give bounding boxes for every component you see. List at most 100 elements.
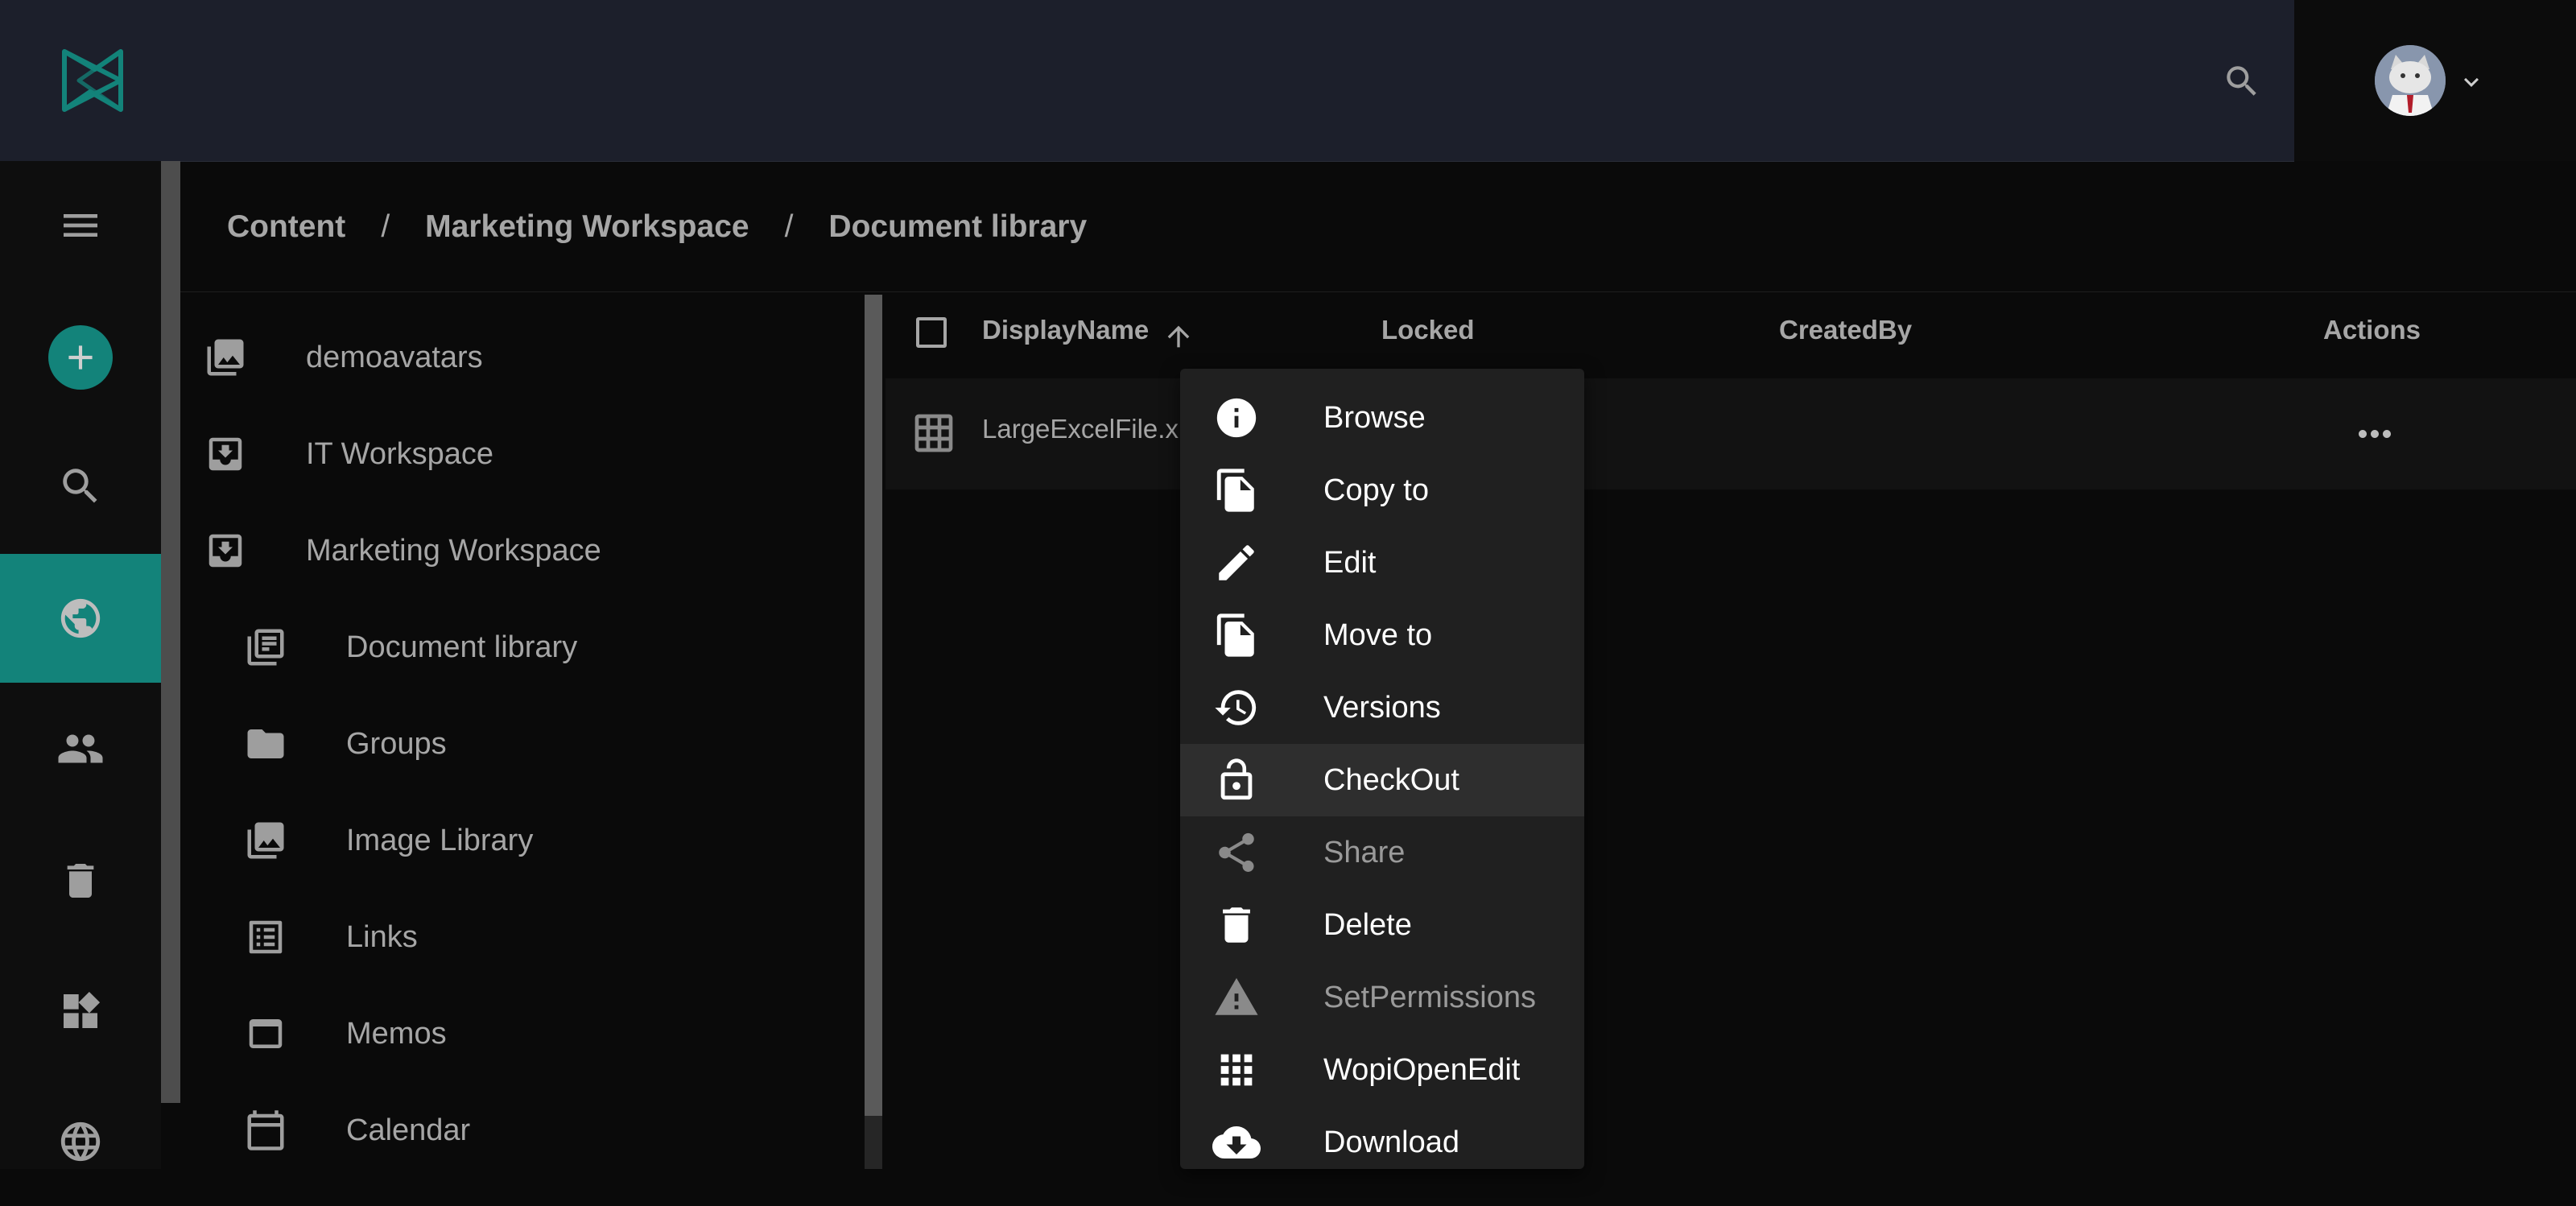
workspace-icon xyxy=(201,430,250,478)
user-avatar[interactable] xyxy=(2375,45,2446,116)
column-header-locked[interactable]: Locked xyxy=(1381,315,1475,345)
workspace-icon xyxy=(201,527,250,575)
breadcrumb-item-document-library[interactable]: Document library xyxy=(828,209,1087,245)
menu-item-delete[interactable]: Delete xyxy=(1180,889,1584,961)
chevron-down-icon[interactable] xyxy=(2457,68,2486,97)
menu-item-label: WopiOpenEdit xyxy=(1323,1052,1521,1087)
menu-item-label: CheckOut xyxy=(1323,762,1459,797)
tree-item-calendar[interactable]: Calendar xyxy=(242,1106,470,1154)
menu-icon xyxy=(64,214,97,237)
search-icon[interactable] xyxy=(2222,61,2262,101)
menu-item-label: Delete xyxy=(1323,907,1412,942)
menu-item-label: Copy to xyxy=(1323,473,1429,507)
menu-item-browse[interactable]: Browse xyxy=(1180,382,1584,454)
language-icon xyxy=(60,1121,101,1162)
rail-add-button[interactable] xyxy=(0,293,161,422)
menu-item-label: Versions xyxy=(1323,690,1441,725)
menu-item-share[interactable]: Share xyxy=(1180,816,1584,889)
menu-item-checkout[interactable]: CheckOut xyxy=(1180,744,1584,816)
dashboard-icon xyxy=(64,991,101,1028)
add-icon xyxy=(48,325,113,390)
menu-item-label: Download xyxy=(1323,1125,1459,1159)
rail-users-button[interactable] xyxy=(0,684,161,813)
cloud-download-icon xyxy=(1212,1118,1261,1167)
users-icon xyxy=(58,734,103,763)
rail-search-button[interactable] xyxy=(0,422,161,551)
document-library-icon xyxy=(242,623,290,671)
top-app-bar xyxy=(0,0,2294,162)
lock-open-icon xyxy=(1212,756,1261,804)
breadcrumb-item-marketing-workspace[interactable]: Marketing Workspace xyxy=(425,209,749,245)
tree-item-document-library[interactable]: Document library xyxy=(242,623,577,671)
column-header-actions: Actions xyxy=(2323,315,2421,345)
rail-language-button[interactable] xyxy=(0,1077,161,1206)
context-menu: Browse Copy to Edit Move to Versions Che… xyxy=(1180,369,1584,1169)
globe-icon xyxy=(60,598,101,638)
sort-ascending-icon[interactable] xyxy=(1162,320,1195,353)
select-all-checkbox[interactable] xyxy=(916,317,947,348)
search-icon xyxy=(63,469,97,503)
history-icon xyxy=(1212,684,1261,732)
app-logo-icon[interactable] xyxy=(58,45,127,116)
tree-item-links[interactable]: Links xyxy=(242,913,418,961)
image-library-icon xyxy=(242,816,290,865)
breadcrumb: Content / Marketing Workspace / Document… xyxy=(227,208,1087,246)
rail-menu-button[interactable] xyxy=(0,161,161,290)
warning-icon xyxy=(1212,973,1261,1022)
list-icon xyxy=(242,913,290,961)
column-header-displayname[interactable]: DisplayName xyxy=(982,315,1149,345)
menu-item-versions[interactable]: Versions xyxy=(1180,671,1584,744)
tree-item-label: Marketing Workspace xyxy=(306,533,601,568)
tree-item-label: demoavatars xyxy=(306,340,483,374)
tree-item-label: Image Library xyxy=(346,823,534,857)
breadcrumb-separator: / xyxy=(784,209,794,244)
folder-icon xyxy=(242,720,290,768)
grid-header: DisplayName Locked CreatedBy Actions xyxy=(886,294,2576,374)
menu-item-label: Move to xyxy=(1323,617,1433,652)
image-library-icon xyxy=(201,333,250,382)
tree-item-label: Groups xyxy=(346,726,447,761)
tree-item-it-workspace[interactable]: IT Workspace xyxy=(201,430,493,478)
tree-item-memos[interactable]: Memos xyxy=(242,1010,447,1058)
menu-item-label: SetPermissions xyxy=(1323,980,1536,1014)
tree-item-demoavatars[interactable]: demoavatars xyxy=(201,333,483,382)
rail-scrollbar[interactable] xyxy=(161,161,180,1103)
delete-icon xyxy=(1212,901,1261,949)
tree-item-label: IT Workspace xyxy=(306,436,494,471)
rail-dashboard-button[interactable] xyxy=(0,947,161,1076)
menu-item-wopiopenedit[interactable]: WopiOpenEdit xyxy=(1180,1034,1584,1106)
tree-item-label: Memos xyxy=(346,1016,447,1051)
menu-item-edit[interactable]: Edit xyxy=(1180,527,1584,599)
menu-item-download[interactable]: Download xyxy=(1180,1106,1584,1169)
rail-content-button[interactable] xyxy=(0,554,161,683)
menu-item-move-to[interactable]: Move to xyxy=(1180,599,1584,671)
tree-item-groups[interactable]: Groups xyxy=(242,720,447,768)
move-icon xyxy=(1212,611,1261,659)
tree-item-marketing-workspace[interactable]: Marketing Workspace xyxy=(201,527,601,575)
tree-scrollbar[interactable] xyxy=(865,295,882,1116)
column-header-createdby[interactable]: CreatedBy xyxy=(1779,315,1912,345)
apps-grid-icon xyxy=(1212,1046,1261,1094)
rail-trash-button[interactable] xyxy=(0,816,161,945)
menu-item-copy-to[interactable]: Copy to xyxy=(1180,454,1584,527)
breadcrumb-separator: / xyxy=(381,209,390,244)
row-display-name[interactable]: LargeExcelFile.xlsx xyxy=(982,414,1185,444)
tree-item-image-library[interactable]: Image Library xyxy=(242,816,533,865)
menu-item-label: Browse xyxy=(1323,400,1426,435)
tree-item-label: Calendar xyxy=(346,1113,471,1147)
info-icon xyxy=(1212,394,1261,442)
calendar-icon xyxy=(242,1106,290,1154)
edit-icon xyxy=(1212,539,1261,587)
tree-item-label: Document library xyxy=(346,630,578,664)
copy-icon xyxy=(1212,466,1261,514)
tree-item-label: Links xyxy=(346,919,418,954)
trash-icon xyxy=(67,864,94,898)
share-icon xyxy=(1212,828,1261,877)
breadcrumb-item-content[interactable]: Content xyxy=(227,209,345,245)
more-actions-icon[interactable] xyxy=(2351,407,2399,461)
spreadsheet-icon xyxy=(911,411,956,456)
tree-scrollbar-track xyxy=(865,1116,882,1169)
menu-item-setpermissions[interactable]: SetPermissions xyxy=(1180,961,1584,1034)
divider xyxy=(180,291,2576,292)
memo-icon xyxy=(242,1010,290,1058)
